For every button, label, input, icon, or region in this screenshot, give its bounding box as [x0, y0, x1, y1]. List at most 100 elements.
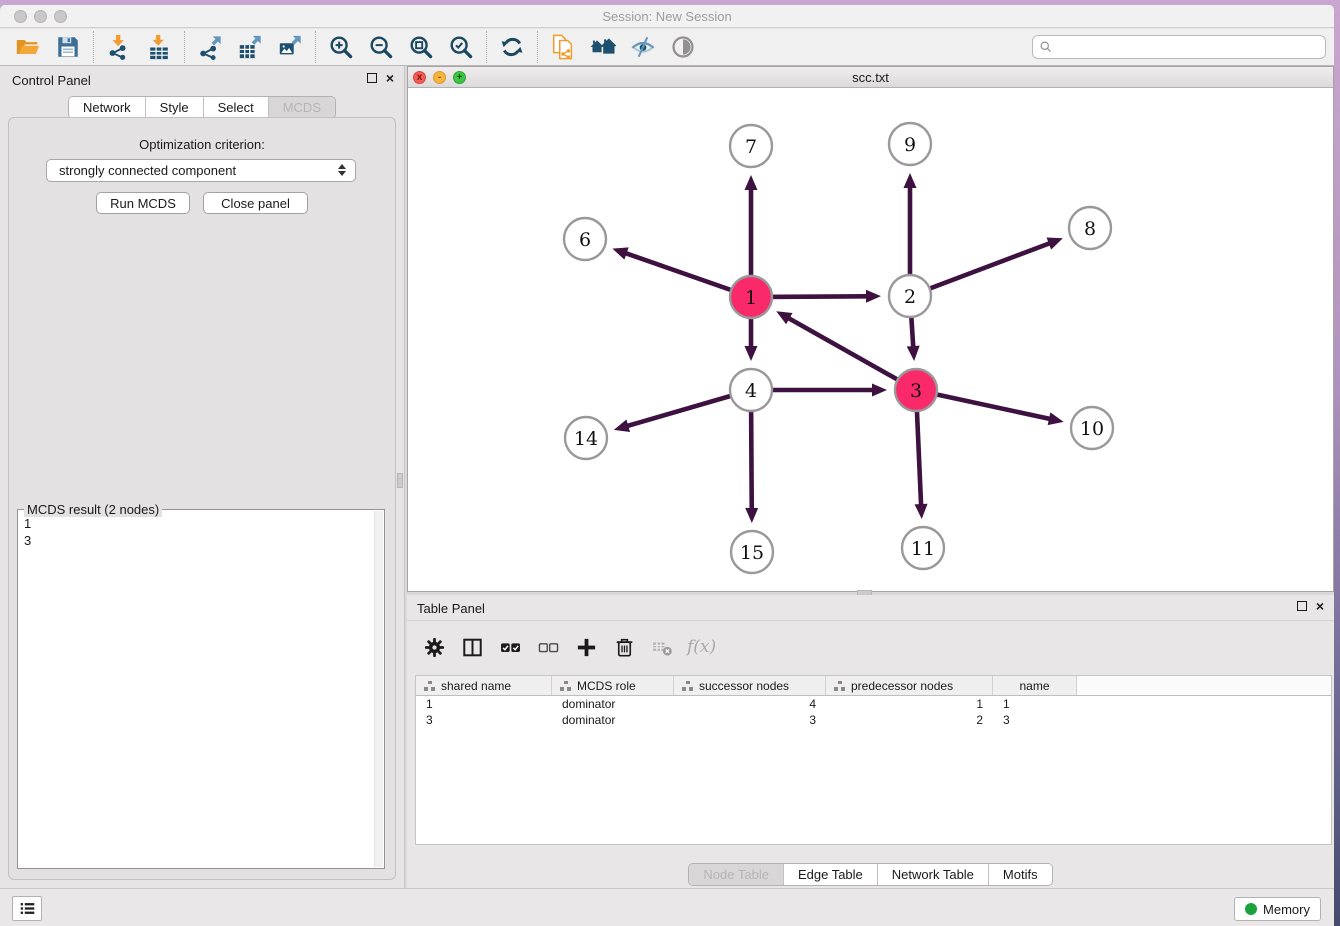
graph-node[interactable]: 1	[730, 276, 772, 318]
graph-node-label: 10	[1080, 418, 1104, 440]
table-cell[interactable]: 1	[416, 696, 552, 712]
table-cell[interactable]: 2	[826, 712, 993, 728]
graph-node[interactable]: 15	[731, 531, 773, 573]
network-window-titlebar: x - + scc.txt	[408, 67, 1333, 88]
table-panel-float-icon[interactable]	[1297, 601, 1307, 611]
graph-node[interactable]: 3	[895, 369, 937, 411]
graph-node[interactable]: 10	[1071, 407, 1113, 449]
table-cell[interactable]: 3	[674, 712, 826, 728]
mcds-panel: Optimization criterion: strongly connect…	[8, 117, 396, 880]
refresh-icon[interactable]	[497, 32, 527, 62]
toolbar-separator	[315, 31, 316, 63]
export-table-icon[interactable]	[235, 32, 265, 62]
control-panel-float-icon[interactable]	[367, 73, 377, 83]
export-image-icon[interactable]	[275, 32, 305, 62]
graph-edge[interactable]	[910, 243, 1051, 296]
column-header[interactable]: MCDS role	[552, 676, 674, 695]
graph-node-label: 8	[1084, 218, 1096, 240]
export-network-icon[interactable]	[195, 32, 225, 62]
open-network-file-icon[interactable]	[548, 32, 578, 62]
zoom-in-icon[interactable]	[326, 32, 356, 62]
memory-button[interactable]: Memory	[1234, 897, 1321, 921]
result-scrollbar[interactable]	[374, 511, 383, 867]
close-panel-button[interactable]: Close panel	[203, 192, 308, 214]
graph-node[interactable]: 8	[1069, 207, 1111, 249]
tab-edge-table[interactable]: Edge Table	[784, 864, 878, 885]
graph-edge-arrow	[745, 175, 758, 190]
graph-node[interactable]: 2	[889, 275, 931, 317]
save-icon[interactable]	[53, 32, 83, 62]
split-column-icon[interactable]	[457, 632, 487, 662]
graph-node[interactable]: 14	[565, 417, 607, 459]
table-cell[interactable]: 1	[826, 696, 993, 712]
criterion-select[interactable]: strongly connected component	[46, 159, 356, 182]
select-all-icon[interactable]	[495, 632, 525, 662]
graph-node-label: 4	[745, 380, 757, 402]
tab-style[interactable]: Style	[146, 97, 204, 118]
control-panel-tabs: NetworkStyleSelectMCDS	[0, 96, 404, 119]
tab-network[interactable]: Network	[69, 97, 146, 118]
tab-network-table[interactable]: Network Table	[878, 864, 989, 885]
zoom-fit-glyph	[408, 34, 434, 60]
tab-node-table[interactable]: Node Table	[689, 864, 784, 885]
zoom-in-glyph	[328, 34, 354, 60]
column-header[interactable]: successor nodes	[674, 676, 826, 695]
import-network-icon[interactable]	[104, 32, 134, 62]
graph-node-label: 14	[574, 428, 598, 450]
unselect-all-icon[interactable]	[533, 632, 563, 662]
zoom-selected-icon[interactable]	[446, 32, 476, 62]
column-header[interactable]: shared name	[416, 676, 552, 695]
table-cell[interactable]: 1	[993, 696, 1077, 712]
hide-panel-glyph	[630, 34, 656, 60]
control-panel-close-icon[interactable]: ×	[386, 73, 394, 83]
zoom-fit-icon[interactable]	[406, 32, 436, 62]
home-icon[interactable]	[588, 32, 618, 62]
tab-mcds[interactable]: MCDS	[269, 97, 335, 118]
table-cell[interactable]: dominator	[552, 696, 674, 712]
folder-open-icon[interactable]	[13, 32, 43, 62]
table-cell[interactable]: 3	[993, 712, 1077, 728]
mcds-result-content: 13	[18, 512, 374, 868]
delete-table-glyph	[651, 636, 674, 659]
graph-node-label: 2	[904, 286, 916, 308]
import-table-glyph	[146, 34, 172, 60]
search-input[interactable]	[1057, 37, 1319, 57]
graph-node[interactable]: 11	[902, 527, 944, 569]
graph-node[interactable]: 7	[730, 125, 772, 167]
import-table-icon[interactable]	[144, 32, 174, 62]
network-window: x - + scc.txt 7 9 6 8 1 2 4 3 14 10 15 11	[407, 66, 1334, 592]
hide-panel-icon[interactable]	[628, 32, 658, 62]
run-mcds-button[interactable]: Run MCDS	[96, 192, 190, 214]
zoom-out-icon[interactable]	[366, 32, 396, 62]
toolbar-separator	[486, 31, 487, 63]
home-glyph	[590, 34, 616, 60]
task-history-button[interactable]	[12, 896, 42, 921]
column-header[interactable]: predecessor nodes	[826, 676, 993, 695]
table-panel-close-icon[interactable]: ×	[1316, 601, 1324, 611]
table-panel-header: Table Panel ×	[407, 595, 1334, 621]
show-panel-icon[interactable]	[668, 32, 698, 62]
column-header-label: name	[1019, 679, 1049, 693]
table-row[interactable]: 3dominator323	[416, 712, 1331, 728]
panel-splitter-thumb[interactable]	[397, 473, 403, 488]
gear-icon[interactable]	[419, 632, 449, 662]
network-window-title: scc.txt	[408, 70, 1333, 85]
memory-indicator-icon	[1245, 903, 1257, 915]
plus-icon[interactable]	[571, 632, 601, 662]
search-box[interactable]	[1032, 35, 1326, 59]
tab-motifs[interactable]: Motifs	[989, 864, 1052, 885]
tab-select[interactable]: Select	[204, 97, 269, 118]
trash-icon[interactable]	[609, 632, 639, 662]
mcds-result-box: MCDS result (2 nodes) 13	[17, 509, 385, 869]
table-cell[interactable]: dominator	[552, 712, 674, 728]
right-area: x - + scc.txt 7968124314101511 Table Pan…	[407, 66, 1334, 888]
table-cell[interactable]: 4	[674, 696, 826, 712]
network-canvas[interactable]: 7 9 6 8 1 2 4 3 14 10 15 11	[408, 88, 1333, 591]
graph-node[interactable]: 9	[889, 123, 931, 165]
table-row[interactable]: 1dominator411	[416, 696, 1331, 712]
column-header[interactable]: name	[993, 676, 1077, 695]
table-cell[interactable]: 3	[416, 712, 552, 728]
app-window: Session: New Session Control Panel ×	[0, 5, 1334, 926]
graph-node[interactable]: 4	[730, 369, 772, 411]
graph-node[interactable]: 6	[564, 218, 606, 260]
